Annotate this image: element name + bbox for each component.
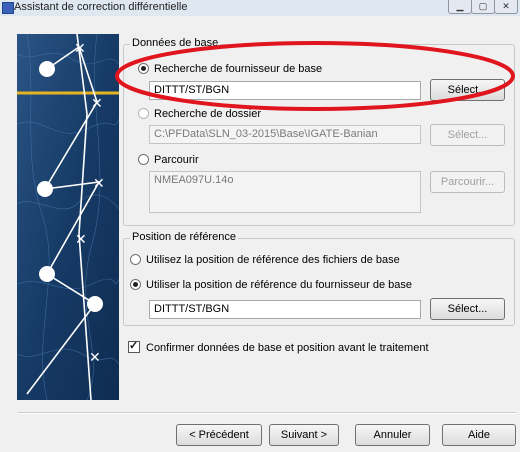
svg-text:✕: ✕ — [89, 350, 101, 366]
svg-text:✕: ✕ — [75, 232, 87, 248]
close-button[interactable]: ✕ — [494, 0, 518, 14]
browse-field[interactable]: NMEA097U.14o — [149, 171, 421, 213]
maximize-icon: ▢ — [478, 1, 488, 11]
confirm-label: Confirmer données de base et position av… — [146, 342, 429, 354]
use-file-reference-label: Utilisez la position de référence des fi… — [146, 254, 400, 266]
use-provider-reference-label: Utiliser la position de référence du fou… — [146, 279, 412, 291]
reference-provider-field[interactable]: DITTT/ST/BGN — [149, 300, 421, 319]
folder-select-button[interactable]: Sélect... — [430, 124, 505, 146]
title-bar: Assistant de correction différentielle ▁… — [0, 0, 520, 16]
use-provider-reference-option[interactable]: Utiliser la position de référence du fou… — [130, 278, 412, 292]
footer-separator — [18, 412, 516, 414]
minimize-icon: ▁ — [456, 1, 464, 11]
use-file-reference-radio[interactable] — [130, 253, 141, 265]
confirm-checkbox[interactable] — [128, 339, 140, 354]
app-icon — [2, 2, 14, 14]
browse-option[interactable]: Parcourir — [138, 153, 199, 167]
svg-text:✕: ✕ — [93, 176, 105, 192]
banner-graphic: ✕ ✕ ✕ ✕ ✕ — [17, 34, 119, 400]
help-button[interactable]: Aide — [442, 424, 516, 446]
browse-radio[interactable] — [138, 153, 149, 165]
annotation-highlight-ellipse — [115, 41, 515, 111]
browse-button[interactable]: Parcourir... — [430, 171, 505, 193]
cancel-button[interactable]: Annuler — [355, 424, 430, 446]
window-title: Assistant de correction différentielle — [14, 1, 188, 13]
minimize-button[interactable]: ▁ — [448, 0, 472, 14]
svg-text:✕: ✕ — [74, 41, 86, 57]
reference-position-legend: Position de référence — [130, 231, 238, 243]
use-file-reference-option[interactable]: Utilisez la position de référence des fi… — [130, 253, 400, 267]
browse-label: Parcourir — [154, 154, 199, 166]
folder-search-field[interactable]: C:\PFData\SLN_03-2015\Base\IGATE-Banian — [149, 125, 421, 144]
use-provider-reference-radio[interactable] — [130, 278, 141, 290]
confirm-option[interactable]: Confirmer données de base et position av… — [128, 339, 429, 355]
maximize-button[interactable]: ▢ — [471, 0, 495, 14]
previous-button[interactable]: < Précédent — [176, 424, 262, 446]
close-icon: ✕ — [502, 1, 510, 11]
wizard-banner-image: ✕ ✕ ✕ ✕ ✕ — [17, 34, 119, 400]
svg-text:✕: ✕ — [91, 96, 103, 112]
reference-select-button[interactable]: Sélect... — [430, 298, 505, 320]
next-button[interactable]: Suivant > — [269, 424, 339, 446]
